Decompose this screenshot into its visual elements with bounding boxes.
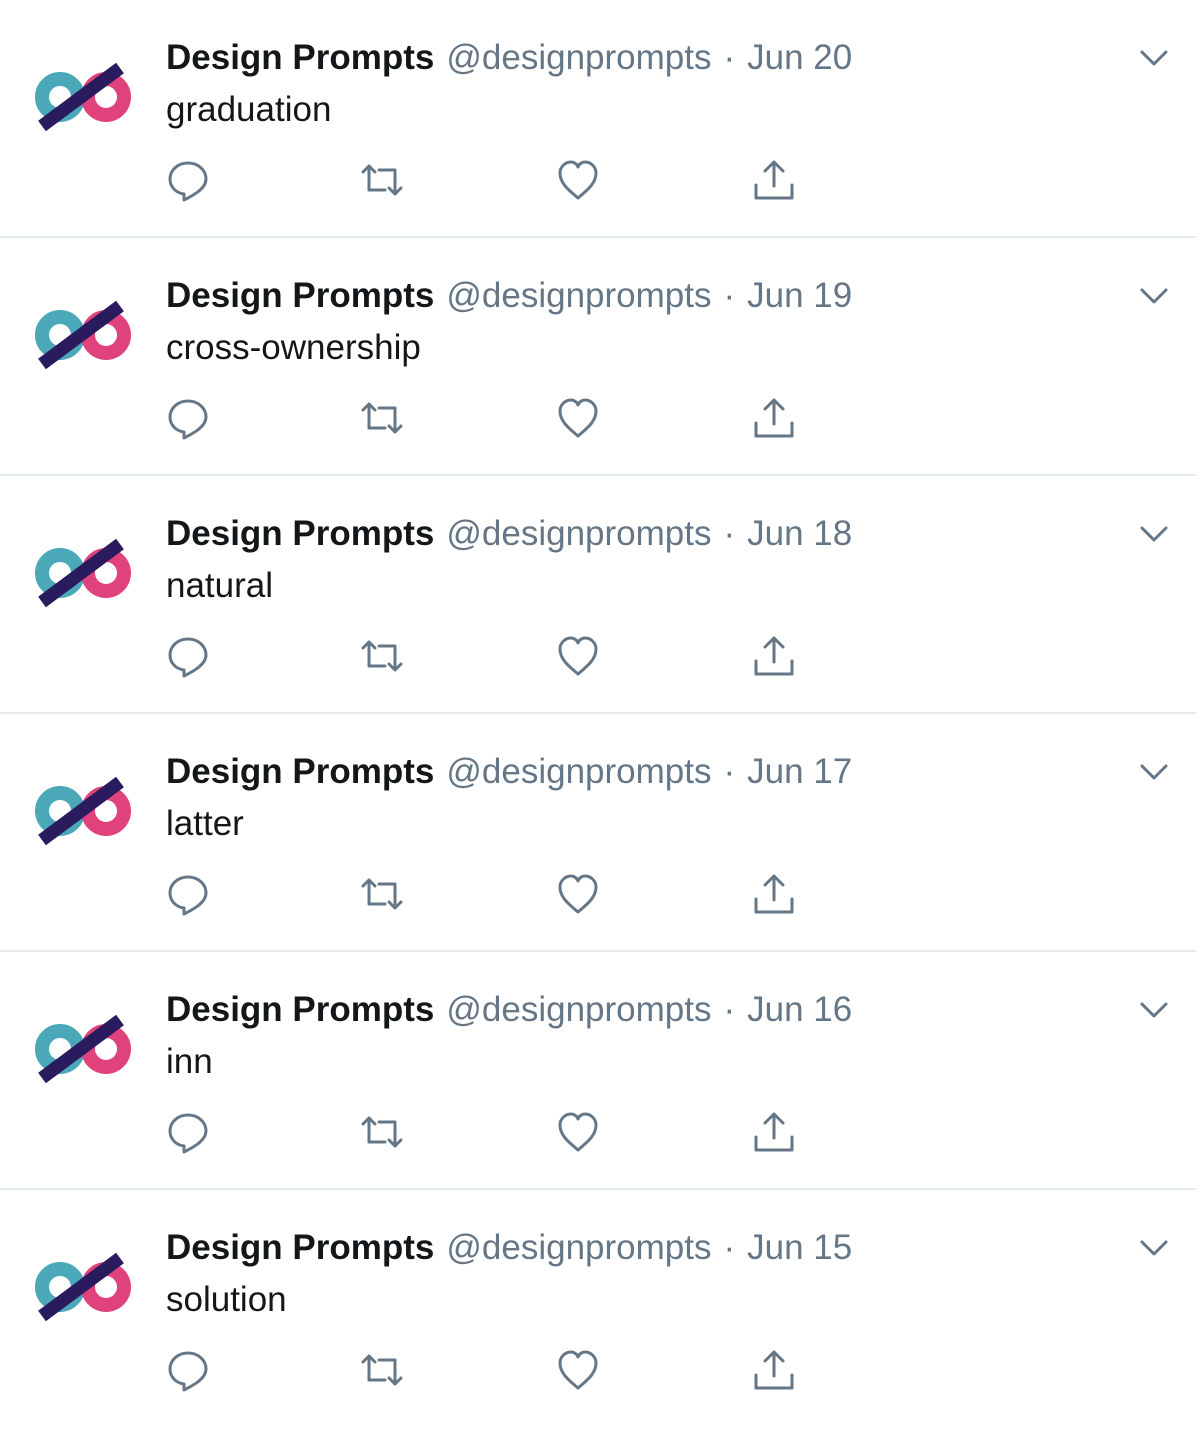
tweet-text: cross-ownership xyxy=(166,328,421,367)
separator-dot: · xyxy=(723,752,736,791)
chevron-down-icon[interactable] xyxy=(1138,280,1170,312)
tweet-header: Design Prompts @designprompts · Jun 15 xyxy=(166,1226,852,1270)
author-name[interactable]: Design Prompts xyxy=(166,276,434,315)
separator-dot: · xyxy=(723,276,736,315)
author-handle[interactable]: @designprompts xyxy=(446,276,711,315)
avatar-logo-icon[interactable] xyxy=(30,298,136,372)
like-icon[interactable] xyxy=(556,1110,600,1154)
avatar-logo-icon[interactable] xyxy=(30,1012,136,1086)
reply-icon[interactable] xyxy=(166,1110,210,1154)
share-icon[interactable] xyxy=(752,1348,796,1392)
share-icon[interactable] xyxy=(752,634,796,678)
separator-dot: · xyxy=(723,990,736,1029)
separator-dot: · xyxy=(723,1228,736,1267)
tweet-text: inn xyxy=(166,1042,213,1081)
chevron-down-icon[interactable] xyxy=(1138,756,1170,788)
chevron-down-icon[interactable] xyxy=(1138,518,1170,550)
tweet-date[interactable]: Jun 15 xyxy=(747,1228,852,1267)
like-icon[interactable] xyxy=(556,1348,600,1392)
author-handle[interactable]: @designprompts xyxy=(446,990,711,1029)
reply-icon[interactable] xyxy=(166,158,210,202)
tweet-text: graduation xyxy=(166,90,332,129)
avatar-logo-icon[interactable] xyxy=(30,774,136,848)
tweet-date[interactable]: Jun 17 xyxy=(747,752,852,791)
tweet-header: Design Prompts @designprompts · Jun 17 xyxy=(166,750,852,794)
author-name[interactable]: Design Prompts xyxy=(166,1228,434,1267)
author-name[interactable]: Design Prompts xyxy=(166,514,434,553)
tweet[interactable]: Design Prompts @designprompts · Jun 16 inn xyxy=(0,952,1196,1190)
tweet-date[interactable]: Jun 19 xyxy=(747,276,852,315)
reply-icon[interactable] xyxy=(166,396,210,440)
tweet[interactable]: Design Prompts @designprompts · Jun 17 latt… xyxy=(0,714,1196,952)
share-icon[interactable] xyxy=(752,396,796,440)
retweet-icon[interactable] xyxy=(360,1110,404,1154)
like-icon[interactable] xyxy=(556,872,600,916)
author-name[interactable]: Design Prompts xyxy=(166,752,434,791)
reply-icon[interactable] xyxy=(166,634,210,678)
tweet-feed: Design Prompts @designprompts · Jun 20 grad… xyxy=(0,0,1196,1432)
tweet-header: Design Prompts @designprompts · Jun 20 xyxy=(166,36,852,80)
tweet-header: Design Prompts @designprompts · Jun 16 xyxy=(166,988,852,1032)
tweet-text: solution xyxy=(166,1280,287,1319)
author-handle[interactable]: @designprompts xyxy=(446,514,711,553)
like-icon[interactable] xyxy=(556,396,600,440)
tweet-date[interactable]: Jun 18 xyxy=(747,514,852,553)
tweet-header: Design Prompts @designprompts · Jun 18 xyxy=(166,512,852,556)
retweet-icon[interactable] xyxy=(360,396,404,440)
tweet[interactable]: Design Prompts @designprompts · Jun 18 natu… xyxy=(0,476,1196,714)
author-name[interactable]: Design Prompts xyxy=(166,990,434,1029)
share-icon[interactable] xyxy=(752,872,796,916)
avatar-logo-icon[interactable] xyxy=(30,536,136,610)
reply-icon[interactable] xyxy=(166,1348,210,1392)
like-icon[interactable] xyxy=(556,634,600,678)
tweet[interactable]: Design Prompts @designprompts · Jun 19 cros… xyxy=(0,238,1196,476)
chevron-down-icon[interactable] xyxy=(1138,1232,1170,1264)
share-icon[interactable] xyxy=(752,158,796,202)
retweet-icon[interactable] xyxy=(360,872,404,916)
separator-dot: · xyxy=(723,38,736,77)
reply-icon[interactable] xyxy=(166,872,210,916)
tweet-date[interactable]: Jun 20 xyxy=(747,38,852,77)
retweet-icon[interactable] xyxy=(360,634,404,678)
chevron-down-icon[interactable] xyxy=(1138,994,1170,1026)
author-handle[interactable]: @designprompts xyxy=(446,38,711,77)
avatar-logo-icon[interactable] xyxy=(30,60,136,134)
like-icon[interactable] xyxy=(556,158,600,202)
tweet-text: latter xyxy=(166,804,244,843)
separator-dot: · xyxy=(723,514,736,553)
tweet-text: natural xyxy=(166,566,274,605)
author-handle[interactable]: @designprompts xyxy=(446,1228,711,1267)
author-handle[interactable]: @designprompts xyxy=(446,752,711,791)
avatar-logo-icon[interactable] xyxy=(30,1250,136,1324)
retweet-icon[interactable] xyxy=(360,1348,404,1392)
share-icon[interactable] xyxy=(752,1110,796,1154)
tweet-header: Design Prompts @designprompts · Jun 19 xyxy=(166,274,852,318)
chevron-down-icon[interactable] xyxy=(1138,42,1170,74)
tweet-date[interactable]: Jun 16 xyxy=(747,990,852,1029)
author-name[interactable]: Design Prompts xyxy=(166,38,434,77)
retweet-icon[interactable] xyxy=(360,158,404,202)
tweet[interactable]: Design Prompts @designprompts · Jun 15 solu… xyxy=(0,1190,1196,1432)
tweet[interactable]: Design Prompts @designprompts · Jun 20 grad… xyxy=(0,0,1196,238)
